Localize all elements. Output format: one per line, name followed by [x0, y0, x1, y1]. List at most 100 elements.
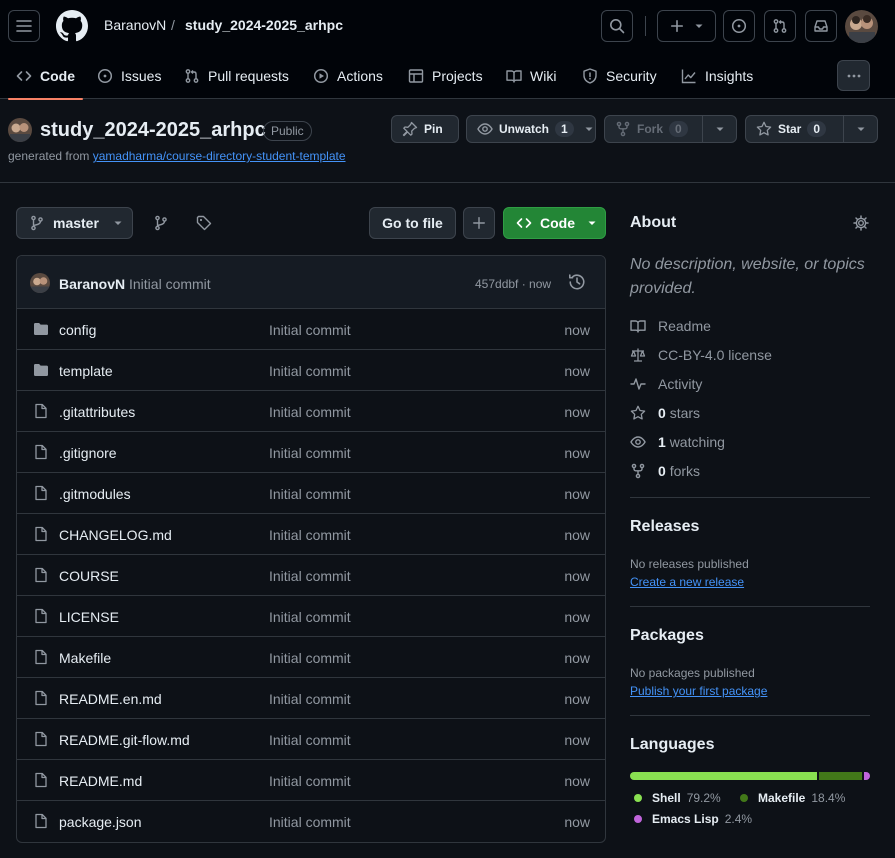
fork-button[interactable]: Fork 0: [604, 115, 737, 143]
file-commit-message[interactable]: Initial commit: [269, 609, 351, 625]
user-avatar[interactable]: [845, 10, 878, 43]
history-icon[interactable]: [568, 273, 586, 291]
file-name-link[interactable]: README.git-flow.md: [59, 732, 190, 748]
watch-button[interactable]: Unwatch 1: [466, 115, 596, 143]
search-button[interactable]: [601, 10, 633, 42]
fork-dropdown[interactable]: [702, 116, 736, 142]
tab-code[interactable]: Code: [8, 52, 83, 100]
file-name-link[interactable]: README.en.md: [59, 691, 162, 707]
file-name-link[interactable]: COURSE: [59, 568, 119, 584]
pin-button[interactable]: Pin: [391, 115, 459, 143]
go-to-file-button[interactable]: Go to file: [369, 207, 456, 239]
stars-link[interactable]: 0 stars: [630, 405, 700, 421]
file-commit-message[interactable]: Initial commit: [269, 404, 351, 420]
code-dropdown-button[interactable]: Code: [503, 207, 606, 239]
tab-insights[interactable]: Insights: [681, 52, 753, 99]
watch-dropdown[interactable]: [584, 116, 595, 142]
table-row[interactable]: README.md Initial commit now: [17, 760, 605, 801]
tab-issues[interactable]: Issues: [97, 52, 161, 99]
repo-name[interactable]: study_2024-2025_arhpc: [40, 119, 266, 142]
file-commit-message[interactable]: Initial commit: [269, 445, 351, 461]
language-makefile[interactable]: Makefile 18.4%: [740, 791, 845, 805]
star-button[interactable]: Star 0: [745, 115, 878, 143]
packages-heading[interactable]: Packages: [630, 627, 704, 645]
file-name-link[interactable]: CHANGELOG.md: [59, 527, 172, 543]
tag-icon[interactable]: [196, 215, 212, 231]
issues-button[interactable]: [723, 10, 755, 42]
file-commit-message[interactable]: Initial commit: [269, 732, 351, 748]
menu-button[interactable]: [8, 10, 40, 42]
language-shell[interactable]: Shell 79.2%: [634, 791, 721, 805]
table-row[interactable]: package.json Initial commit now: [17, 801, 605, 842]
table-row[interactable]: template Initial commit now: [17, 350, 605, 391]
tab-projects[interactable]: Projects: [408, 52, 483, 99]
file-commit-message[interactable]: Initial commit: [269, 527, 351, 543]
table-row[interactable]: README.en.md Initial commit now: [17, 678, 605, 719]
commit-message[interactable]: Initial commit: [129, 276, 211, 292]
avatar-image: [8, 118, 32, 142]
file-commit-message[interactable]: Initial commit: [269, 568, 351, 584]
inbox-icon: [814, 20, 828, 32]
file-name-link[interactable]: README.md: [59, 773, 142, 789]
releases-heading[interactable]: Releases: [630, 518, 699, 536]
file-name-link[interactable]: .gitignore: [59, 445, 117, 461]
fork-segment[interactable]: Fork 0: [605, 116, 702, 142]
language-emacs-lisp[interactable]: Emacs Lisp 2.4%: [634, 812, 752, 826]
file-name-link[interactable]: LICENSE: [59, 609, 119, 625]
owner-avatar[interactable]: [8, 118, 32, 142]
unwatch-segment[interactable]: Unwatch 1: [467, 116, 584, 142]
breadcrumb-repo[interactable]: study_2024-2025_arhpc: [185, 17, 343, 33]
table-row[interactable]: COURSE Initial commit now: [17, 555, 605, 596]
branch-selector[interactable]: master: [16, 207, 133, 239]
file-name-link[interactable]: config: [59, 322, 96, 338]
table-row[interactable]: .gitmodules Initial commit now: [17, 473, 605, 514]
star-segment[interactable]: Star 0: [746, 116, 843, 142]
create-new-button[interactable]: [657, 10, 716, 42]
commit-author-avatar[interactable]: [30, 273, 50, 293]
table-row[interactable]: LICENSE Initial commit now: [17, 596, 605, 637]
table-row[interactable]: Makefile Initial commit now: [17, 637, 605, 678]
file-commit-message[interactable]: Initial commit: [269, 486, 351, 502]
template-link[interactable]: yamadharma/course-directory-student-temp…: [93, 149, 346, 163]
tab-security[interactable]: Security: [582, 52, 657, 99]
readme-link[interactable]: Readme: [630, 318, 711, 334]
file-commit-message[interactable]: Initial commit: [269, 691, 351, 707]
tab-pull-requests[interactable]: Pull requests: [184, 52, 289, 99]
file-commit-message[interactable]: Initial commit: [269, 650, 351, 666]
branches-icon[interactable]: [153, 215, 169, 231]
file-commit-message[interactable]: Initial commit: [269, 773, 351, 789]
table-row[interactable]: README.git-flow.md Initial commit now: [17, 719, 605, 760]
license-link[interactable]: CC-BY-4.0 license: [630, 347, 772, 363]
commit-hash[interactable]: 457ddbf · now: [475, 277, 551, 291]
star-dropdown[interactable]: [843, 116, 877, 142]
table-row[interactable]: config Initial commit now: [17, 309, 605, 350]
file-name-link[interactable]: .gitattributes: [59, 404, 135, 420]
file-commit-message[interactable]: Initial commit: [269, 363, 351, 379]
file-name-link[interactable]: Makefile: [59, 650, 111, 666]
pull-requests-button[interactable]: [764, 10, 796, 42]
table-row[interactable]: .gitattributes Initial commit now: [17, 391, 605, 432]
github-logo-icon[interactable]: [56, 10, 88, 42]
file-commit-message[interactable]: Initial commit: [269, 322, 351, 338]
gear-icon[interactable]: [853, 215, 869, 231]
add-file-button[interactable]: [463, 207, 495, 239]
publish-package-link[interactable]: Publish your first package: [630, 684, 767, 698]
header-divider: [645, 16, 646, 36]
file-commit-message[interactable]: Initial commit: [269, 814, 351, 830]
table-row[interactable]: .gitignore Initial commit now: [17, 432, 605, 473]
file-name-link[interactable]: template: [59, 363, 113, 379]
forks-link[interactable]: 0 forks: [630, 463, 700, 479]
file-name-link[interactable]: .gitmodules: [59, 486, 131, 502]
breadcrumb-owner[interactable]: BaranovN: [104, 17, 166, 33]
tab-actions[interactable]: Actions: [313, 52, 383, 99]
more-tabs-button[interactable]: [837, 60, 870, 91]
watchers-link[interactable]: 1 watching: [630, 434, 725, 450]
inbox-button[interactable]: [805, 10, 837, 42]
commit-author[interactable]: BaranovN: [59, 276, 125, 292]
file-name-link[interactable]: package.json: [59, 814, 142, 830]
tab-wiki[interactable]: Wiki: [506, 52, 556, 99]
star-icon: [630, 405, 646, 420]
table-row[interactable]: CHANGELOG.md Initial commit now: [17, 514, 605, 555]
activity-link[interactable]: Activity: [630, 376, 702, 392]
create-release-link[interactable]: Create a new release: [630, 575, 744, 589]
